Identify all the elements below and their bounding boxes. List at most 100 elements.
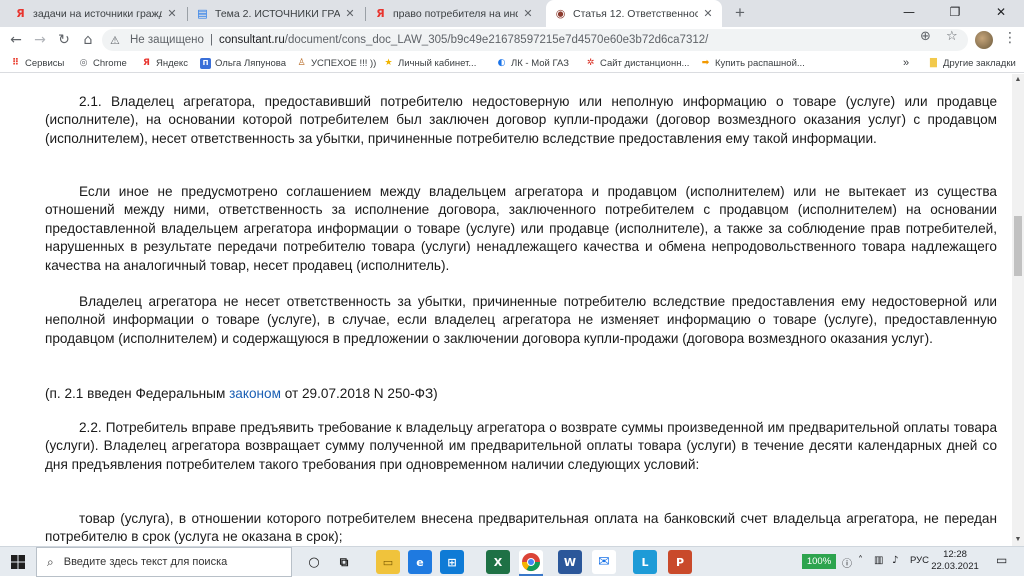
menu-icon[interactable]: ⋮ (1003, 30, 1017, 46)
tab-title: Статья 12. Ответственность изго (573, 7, 698, 20)
bookmark-distance[interactable]: ✲ Сайт дистанционн... (585, 55, 690, 71)
bookmark-label: ЛК - Мой ГАЗ (511, 57, 569, 69)
bookmark-olga[interactable]: П Ольга Ляпунова (200, 55, 286, 71)
chrome-logo-icon (522, 553, 540, 572)
mail-icon[interactable]: ✉ (592, 550, 616, 574)
battery-indicator[interactable]: 100% (802, 554, 836, 569)
zoom-icon[interactable]: ⊕ (920, 29, 931, 44)
word-icon[interactable]: W (558, 550, 582, 574)
scrollbar-track[interactable] (1012, 74, 1024, 546)
minimize-button[interactable]: — (886, 0, 932, 27)
star-icon[interactable]: ☆ (946, 29, 958, 44)
gas-icon: ◐ (497, 58, 506, 68)
close-window-button[interactable]: ✕ (978, 0, 1024, 27)
notifications-icon[interactable]: ▭ (996, 553, 1007, 567)
url-domain: consultant.ru (218, 34, 285, 46)
new-tab-button[interactable]: + (730, 4, 750, 24)
bookmark-label: Яндекс (156, 57, 188, 69)
yandex-icon: Я (143, 58, 150, 68)
tab-2[interactable]: ▤ Тема 2. ИСТОЧНИКИ ГРАЖДАН ✕ (188, 0, 364, 27)
close-icon[interactable]: ✕ (522, 7, 534, 20)
document-content: 2.1. Владелец агрегатора, предоставивший… (0, 74, 1012, 546)
scrollbar-thumb[interactable] (1014, 216, 1022, 276)
tab-title: право потребителя на информ (393, 7, 518, 20)
reload-button[interactable]: ↻ (54, 30, 74, 50)
windows-taskbar: ⌕ Введите здесь текст для поиска ○ ⧉ ▭ e… (0, 546, 1024, 577)
other-bookmarks[interactable]: ▇ Другие закладки (928, 55, 1016, 71)
lingualeo-icon[interactable]: L (633, 550, 657, 574)
tab-4-active[interactable]: ◉ Статья 12. Ответственность изго ✕ (546, 0, 722, 27)
excel-icon[interactable]: X (486, 550, 510, 574)
forward-button[interactable]: → (30, 30, 50, 50)
amendment-note: (п. 2.1 введен Федеральным законом от 29… (45, 385, 997, 403)
taskbar-search[interactable]: ⌕ Введите здесь текст для поиска (36, 547, 292, 577)
bookmark-label: Chrome (93, 57, 127, 69)
bookmark-gas[interactable]: ◐ ЛК - Мой ГАЗ (496, 55, 569, 71)
volume-icon[interactable]: ♪ (892, 555, 898, 566)
divider: | (209, 34, 213, 46)
powerpoint-icon[interactable]: P (668, 550, 692, 574)
bookmark-cabinet[interactable]: ★ Личный кабинет... (383, 55, 476, 71)
chrome-icon[interactable] (519, 550, 543, 574)
tray-chevron-icon[interactable]: ˄ (858, 555, 863, 566)
bookmark-label: Купить распашной... (715, 57, 805, 69)
clock-date: 22.03.2021 (931, 561, 979, 572)
close-icon[interactable]: ✕ (166, 7, 178, 20)
taskbar-clock[interactable]: 12:28 22.03.2021 (930, 549, 980, 573)
warning-icon[interactable]: ⚠ (110, 34, 124, 47)
star-icon: ★ (384, 58, 393, 68)
clock-time: 12:28 (943, 549, 967, 560)
network-icon[interactable]: ▥ (874, 555, 883, 566)
cortana-icon[interactable]: ○ (302, 550, 326, 574)
folder-icon: ▇ (930, 58, 937, 68)
profile-avatar[interactable] (975, 31, 993, 49)
close-icon[interactable]: ✕ (702, 7, 714, 20)
search-placeholder: Введите здесь текст для поиска (63, 556, 228, 568)
close-icon[interactable]: ✕ (344, 7, 356, 20)
tab-1[interactable]: Я задачи на источники граждан ✕ (6, 0, 186, 27)
tab-title: задачи на источники граждан (33, 7, 162, 20)
tab-3[interactable]: Я право потребителя на информ ✕ (366, 0, 542, 27)
bookmark-label: Сервисы (25, 57, 65, 69)
scroll-down-arrow[interactable]: ▼ (1012, 534, 1024, 546)
bookmark-services[interactable]: ⠿ Сервисы (10, 55, 64, 71)
consultant-icon: ◉ (555, 7, 566, 20)
arrow-icon: ➡ (701, 58, 710, 68)
paragraph-aggregator-exemption: Владелец агрегатора не несет ответственн… (45, 294, 997, 346)
bookmark-uspekhoe[interactable]: ♙ УСПЕХОЕ !!! )) (296, 55, 376, 71)
bookmark-chrome[interactable]: ◎ Chrome (78, 55, 127, 71)
security-label[interactable]: Не защищено (130, 34, 204, 46)
search-icon: ⌕ (47, 554, 54, 569)
url-path: /document/cons_doc_LAW_305/b9c49e2167859… (284, 34, 709, 46)
bookmark-yandex[interactable]: Я Яндекс (141, 55, 188, 71)
chrome-icon: ◎ (79, 58, 88, 68)
bookmark-kupit[interactable]: ➡ Купить распашной... (700, 55, 805, 71)
bookmarks-overflow-button[interactable]: » (903, 55, 909, 71)
note-text-after: от 29.07.2018 N 250-ФЗ) (280, 386, 438, 401)
start-button[interactable] (0, 547, 36, 577)
back-button[interactable]: ← (6, 30, 26, 50)
maximize-button[interactable]: ❐ (932, 0, 978, 27)
note-text-before: (п. 2.1 введен Федеральным (45, 386, 230, 401)
info-icon[interactable]: ⓘ (842, 555, 852, 570)
address-bar[interactable]: ⚠ Не защищено | consultant.ru/document/c… (102, 29, 968, 51)
browser-toolbar: ← → ↻ ⌂ ⚠ Не защищено | consultant.ru/do… (0, 27, 1024, 53)
task-view-icon[interactable]: ⧉ (332, 550, 356, 574)
bookmark-label: Сайт дистанционн... (600, 57, 690, 69)
yandex-icon: Я (376, 7, 385, 20)
tab-title: Тема 2. ИСТОЧНИКИ ГРАЖДАН (215, 7, 340, 20)
home-button[interactable]: ⌂ (78, 30, 98, 50)
file-explorer-icon[interactable]: ▭ (376, 550, 400, 574)
url-text[interactable]: consultant.ru/document/cons_doc_LAW_305/… (219, 34, 708, 46)
person-icon: ♙ (297, 58, 306, 68)
paragraph-2-2: 2.2. Потребитель вправе предъявить требо… (45, 420, 997, 472)
yandex-icon: Я (16, 7, 25, 20)
law-link[interactable]: законом (229, 386, 281, 401)
bookmark-label: Другие закладки (943, 57, 1016, 69)
store-icon[interactable]: ⊞ (440, 550, 464, 574)
bookmark-label: Ольга Ляпунова (215, 57, 286, 69)
language-indicator[interactable]: РУС (910, 555, 929, 566)
edge-icon[interactable]: e (408, 550, 432, 574)
scroll-up-arrow[interactable]: ▲ (1012, 74, 1024, 86)
paragraph-aggregator-responsibility: Если иное не предусмотрено соглашением м… (45, 184, 997, 273)
